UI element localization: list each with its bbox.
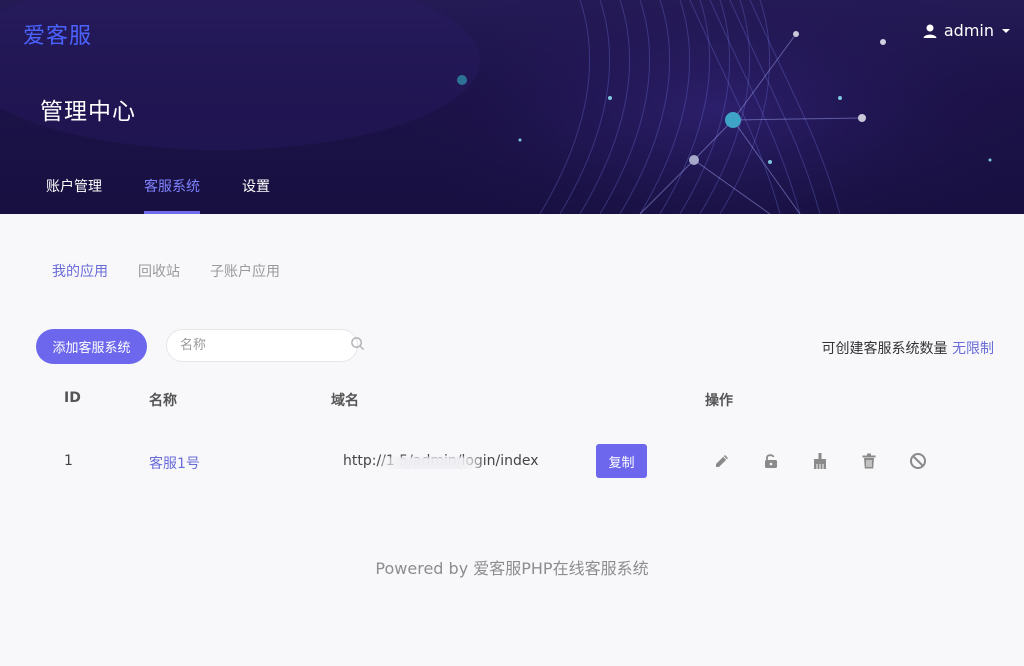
row-name-link[interactable]: 客服1号 [149,453,200,473]
ban-icon[interactable] [907,450,929,472]
sub-nav: 我的应用 回收站 子账户应用 [52,261,280,281]
brand-logo[interactable]: 爱客服 [23,18,92,50]
column-header-ops: 操作 [705,393,733,409]
domain-url: http://1 5/admin/login/index [343,453,596,469]
quota-value: 无限制 [952,341,994,357]
search-input[interactable] [180,338,350,353]
column-header-name: 名称 [149,393,177,409]
tab-settings[interactable]: 设置 [242,176,270,214]
brush-icon[interactable] [809,450,831,472]
domain-cell: http://1 5/admin/login/index 复制 [343,444,647,478]
main-nav: 账户管理 客服系统 设置 [46,176,270,214]
tab-customer-service-system[interactable]: 客服系统 [144,176,200,214]
row-id: 1 [64,453,73,469]
unlock-icon[interactable] [760,450,782,472]
quota-info: 可创建客服系统数量 无限制 [822,338,994,358]
row-actions [711,450,929,472]
user-name: admin [943,21,994,40]
column-header-id: ID [64,390,81,406]
page-title: 管理中心 [40,99,136,125]
user-menu[interactable]: admin [922,21,1012,40]
search-icon[interactable] [350,336,365,355]
copy-button[interactable]: 复制 [596,444,647,478]
trash-icon[interactable] [858,450,880,472]
caret-down-icon [1000,25,1012,37]
tab-account-management[interactable]: 账户管理 [46,176,102,214]
quota-label: 可创建客服系统数量 [821,341,948,357]
footer-powered-by: Powered by 爱客服PHP在线客服系统 [375,559,649,578]
header-banner: 爱客服 admin 管理中心 账户管理 客服系统 设置 [0,0,1024,214]
redaction-blur [381,457,481,469]
column-header-domain: 域名 [331,393,359,409]
subtab-my-apps[interactable]: 我的应用 [52,261,108,281]
subtab-recycle-bin[interactable]: 回收站 [138,261,180,281]
pencil-icon[interactable] [711,450,733,472]
search-box [166,329,365,362]
subtab-sub-account-apps[interactable]: 子账户应用 [210,261,280,281]
user-icon [922,23,938,39]
add-system-button[interactable]: 添加客服系统 [36,329,147,364]
